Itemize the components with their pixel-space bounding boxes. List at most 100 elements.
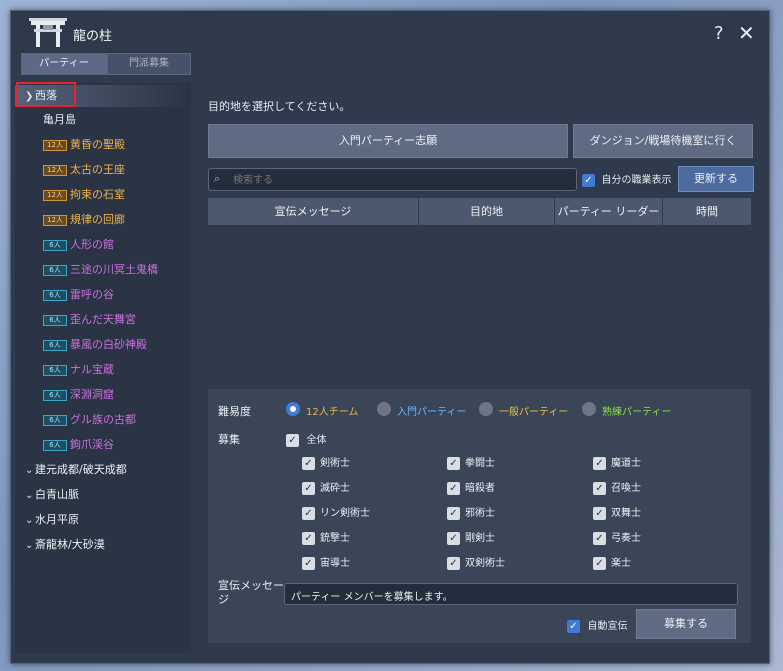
difficulty-radio[interactable] <box>377 402 391 416</box>
party-size-badge: 6人 <box>43 440 67 451</box>
job-toggle[interactable]: ✓ 滅砕士 <box>302 479 350 495</box>
sidebar-item-dungeon[interactable]: 12人 規律の回廊 <box>43 210 125 230</box>
difficulty-option-label: 熟練パーティー <box>602 407 672 418</box>
difficulty-option-label: 入門パーティー <box>397 407 467 418</box>
sidebar-region[interactable]: ⌄ 建元成都/破天成都 <box>25 460 127 480</box>
dungeon-name: 深淵洞窟 <box>70 388 114 401</box>
party-size-badge: 12人 <box>43 190 67 201</box>
job-label: 拳闘士 <box>465 458 495 469</box>
job-toggle[interactable]: ✓ 双舞士 <box>593 504 641 520</box>
job-checkbox[interactable]: ✓ <box>302 506 315 520</box>
job-toggle[interactable]: ✓ 剛剣士 <box>447 529 495 545</box>
job-checkbox[interactable]: ✓ <box>447 531 460 545</box>
job-toggle[interactable]: ✓ 楽士 <box>593 554 631 570</box>
party-size-badge: 12人 <box>43 215 67 226</box>
difficulty-label: 難易度 <box>218 405 251 418</box>
job-toggle[interactable]: ✓ 召喚士 <box>593 479 641 495</box>
job-toggle[interactable]: ✓ 暗殺者 <box>447 479 495 495</box>
window-title: 龍の柱 <box>73 29 113 44</box>
job-label: 銃撃士 <box>320 533 350 544</box>
dungeon-name: グル族の古都 <box>70 413 136 426</box>
difficulty-radio[interactable] <box>286 402 300 416</box>
job-toggle[interactable]: ✓ 銃撃士 <box>302 529 350 545</box>
job-checkbox[interactable]: ✓ <box>447 556 460 570</box>
job-toggle[interactable]: ✓ 剣術士 <box>302 454 350 470</box>
own-job-checkbox[interactable]: ✓ <box>582 173 595 187</box>
sidebar-item-dungeon[interactable]: 12人 太古の王座 <box>43 160 125 180</box>
dungeon-name: ナル宝蔵 <box>70 363 114 376</box>
party-list <box>208 225 751 385</box>
search-input[interactable] <box>231 171 565 189</box>
sidebar-item-dungeon[interactable]: 12人 拘束の石室 <box>43 185 125 205</box>
sidebar-item-dungeon[interactable]: 6人 人形の館 <box>43 235 114 255</box>
close-icon[interactable]: ✕ <box>738 21 755 45</box>
job-label: 双剣術士 <box>465 558 505 569</box>
sidebar-item-city[interactable]: 亀月島 <box>43 110 76 130</box>
region-label: 水月平原 <box>35 513 79 526</box>
job-checkbox[interactable]: ✓ <box>593 481 606 495</box>
job-label: 剣術士 <box>320 458 350 469</box>
job-toggle[interactable]: ✓ リン剣術士 <box>302 504 370 520</box>
sidebar-item-dungeon[interactable]: 6人 鉤爪渓谷 <box>43 435 114 455</box>
party-size-badge: 6人 <box>43 265 67 276</box>
own-job-toggle[interactable]: ✓ 自分の職業表示 <box>582 171 672 187</box>
job-label: 暗殺者 <box>465 483 495 494</box>
update-button[interactable]: 更新する <box>678 166 754 192</box>
sidebar-region[interactable]: ⌄ 白青山脈 <box>25 485 79 505</box>
dungeon-name: 暴風の白砂神殿 <box>70 338 147 351</box>
job-label: リン剣術士 <box>320 508 370 519</box>
job-checkbox[interactable]: ✓ <box>593 456 606 470</box>
job-checkbox[interactable]: ✓ <box>302 456 315 470</box>
sidebar-item-dungeon[interactable]: 6人 雷呼の谷 <box>43 285 114 305</box>
job-toggle[interactable]: ✓ 拳闘士 <box>447 454 495 470</box>
job-checkbox[interactable]: ✓ <box>447 506 460 520</box>
search-box: ⌕ <box>208 168 577 191</box>
dungeon-name: 規律の回廊 <box>70 213 125 226</box>
help-icon[interactable]: ? <box>714 23 724 44</box>
auto-announce-toggle[interactable]: ✓ 自動宣伝 <box>567 617 628 633</box>
tab-clan-recruit[interactable]: 門派募集 <box>107 53 191 75</box>
all-jobs-toggle[interactable]: ✓ 全体 <box>286 431 327 447</box>
difficulty-option-label: 12人チーム <box>306 407 359 418</box>
sidebar-region[interactable]: ⌄ 水月平原 <box>25 510 79 530</box>
dungeon-waiting-room-button[interactable]: ダンジョン/戦場待機室に行く <box>573 124 753 158</box>
party-window: 龍の柱 ? ✕ パーティー 門派募集 ❯ 西落 亀月島 12人 黄昏の聖殿 12人 太古… <box>10 10 770 664</box>
sidebar-region[interactable]: ⌄ 斎龍林/大砂漠 <box>25 535 105 555</box>
sidebar-item-dungeon[interactable]: 6人 三途の川冥土鬼橋 <box>43 260 158 280</box>
job-checkbox[interactable]: ✓ <box>447 456 460 470</box>
job-toggle[interactable]: ✓ 宙導士 <box>302 554 350 570</box>
message-input[interactable] <box>289 586 733 604</box>
job-toggle[interactable]: ✓ 双剣術士 <box>447 554 505 570</box>
col-header-message[interactable]: 宣伝メッセージ <box>208 198 419 225</box>
difficulty-radio[interactable] <box>582 402 596 416</box>
col-header-destination[interactable]: 目的地 <box>419 198 555 225</box>
job-checkbox[interactable]: ✓ <box>447 481 460 495</box>
auto-announce-checkbox[interactable]: ✓ <box>567 619 580 633</box>
sidebar-item-dungeon[interactable]: 6人 深淵洞窟 <box>43 385 114 405</box>
job-checkbox[interactable]: ✓ <box>302 556 315 570</box>
job-checkbox[interactable]: ✓ <box>593 506 606 520</box>
col-header-leader[interactable]: パーティー リーダー <box>555 198 663 225</box>
all-jobs-checkbox[interactable]: ✓ <box>286 433 299 447</box>
job-checkbox[interactable]: ✓ <box>302 531 315 545</box>
col-header-time[interactable]: 時間 <box>663 198 751 225</box>
beginner-party-button[interactable]: 入門パーティー志願 <box>208 124 568 158</box>
dungeon-name: 人形の館 <box>70 238 114 251</box>
recruit-button[interactable]: 募集する <box>636 609 736 639</box>
job-checkbox[interactable]: ✓ <box>302 481 315 495</box>
sidebar-item-dungeon[interactable]: 12人 黄昏の聖殿 <box>43 135 125 155</box>
party-table-header: 宣伝メッセージ 目的地 パーティー リーダー 時間 <box>208 198 751 225</box>
sidebar-item-dungeon[interactable]: 6人 ナル宝蔵 <box>43 360 114 380</box>
chevron-down-icon: ⌄ <box>25 465 34 476</box>
tab-party[interactable]: パーティー <box>21 53 107 75</box>
difficulty-radio[interactable] <box>479 402 493 416</box>
sidebar-item-dungeon[interactable]: 6人 グル族の古都 <box>43 410 136 430</box>
sidebar-item-dungeon[interactable]: 6人 歪んだ天舞宮 <box>43 310 136 330</box>
job-toggle[interactable]: ✓ 邪術士 <box>447 504 495 520</box>
job-checkbox[interactable]: ✓ <box>593 531 606 545</box>
job-toggle[interactable]: ✓ 弓奏士 <box>593 529 641 545</box>
job-checkbox[interactable]: ✓ <box>593 556 606 570</box>
job-toggle[interactable]: ✓ 魔道士 <box>593 454 641 470</box>
party-size-badge: 6人 <box>43 415 67 426</box>
sidebar-item-dungeon[interactable]: 6人 暴風の白砂神殿 <box>43 335 147 355</box>
